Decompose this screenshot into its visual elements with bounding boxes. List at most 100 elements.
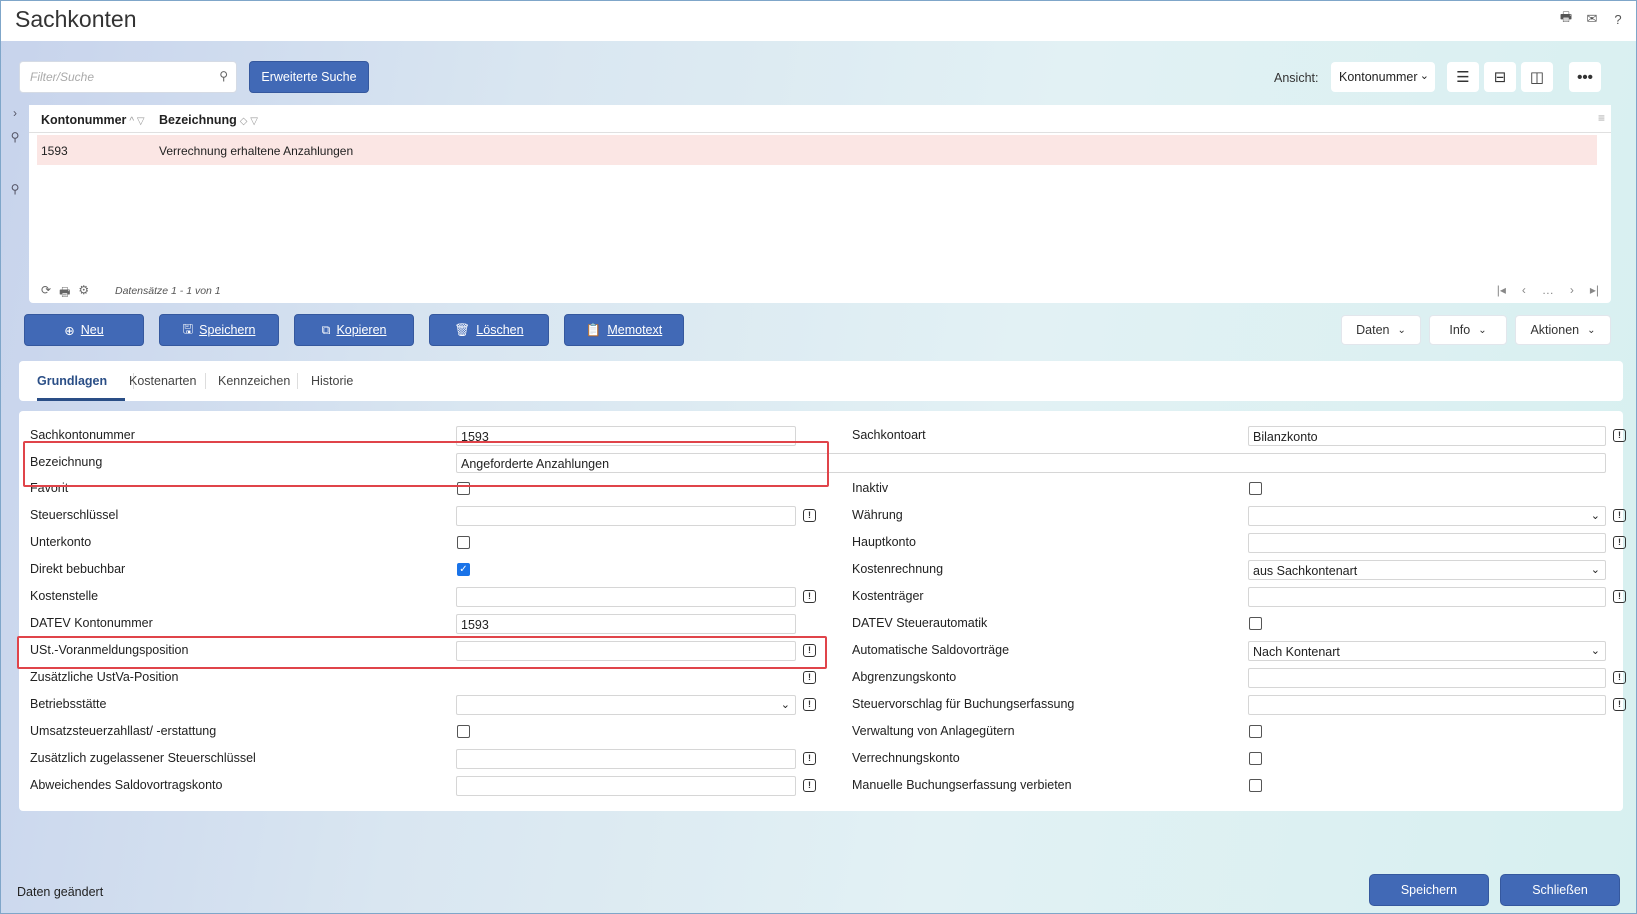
tab-grundlagen[interactable]: Grundlagen bbox=[37, 374, 107, 388]
split-vertical-icon[interactable]: ◫ bbox=[1521, 62, 1553, 92]
copy-label: Kopieren bbox=[336, 323, 387, 337]
info-icon[interactable]: ! bbox=[1613, 536, 1626, 549]
refresh-icon[interactable]: ⟳ bbox=[41, 283, 51, 304]
save-record-button[interactable]: 🖫 Speichern bbox=[159, 314, 279, 346]
more-pages-icon[interactable]: … bbox=[1542, 283, 1554, 297]
info-icon[interactable]: ! bbox=[803, 779, 816, 792]
column-header-kontonummer[interactable]: Kontonummer ^ ▽ bbox=[41, 113, 145, 127]
tab-kennzeichen[interactable]: Kennzeichen bbox=[218, 374, 290, 388]
abweichendes-saldovortragskonto-input[interactable] bbox=[456, 776, 796, 796]
plus-circle-icon: ⊕ bbox=[64, 323, 75, 338]
info-icon[interactable]: ! bbox=[803, 698, 816, 711]
new-button[interactable]: ⊕ Neu bbox=[24, 314, 144, 346]
kostenrechnung-select[interactable]: aus Sachkontenart ⌄ bbox=[1248, 560, 1606, 580]
steuerschluessel-input[interactable] bbox=[456, 506, 796, 526]
info-icon[interactable]: ! bbox=[803, 590, 816, 603]
print-icon[interactable]: 🖶 bbox=[59, 283, 70, 304]
label-kostenrechnung: Kostenrechnung bbox=[852, 562, 944, 576]
column-label: Kontonummer bbox=[41, 113, 127, 127]
chevron-down-icon: ⌄ bbox=[1478, 324, 1487, 336]
info-icon[interactable]: ! bbox=[1613, 509, 1626, 522]
kostenstelle-input[interactable] bbox=[456, 587, 796, 607]
info-icon[interactable]: ! bbox=[1613, 429, 1626, 442]
search-input[interactable]: Filter/Suche ⚲ bbox=[19, 61, 237, 93]
daten-dropdown[interactable]: Daten ⌄ bbox=[1341, 315, 1421, 345]
help-icon[interactable]: ? bbox=[1610, 11, 1626, 27]
save-button[interactable]: Speichern bbox=[1369, 874, 1489, 906]
aktionen-dropdown[interactable]: Aktionen ⌄ bbox=[1515, 315, 1611, 345]
tab-kostenarten[interactable]: Kostenarten bbox=[129, 374, 196, 388]
table-row[interactable]: 1593 Verrechnung erhaltene Anzahlungen bbox=[37, 135, 1597, 165]
info-icon[interactable]: ! bbox=[803, 752, 816, 765]
left-rail: › ⚲ ⚲ bbox=[7, 101, 23, 201]
first-page-icon[interactable]: |◂ bbox=[1497, 283, 1506, 297]
manuelle-buchungserfassung-checkbox[interactable] bbox=[1249, 779, 1262, 792]
close-button[interactable]: Schließen bbox=[1500, 874, 1620, 906]
label-verrechnungskonto: Verrechnungskonto bbox=[852, 751, 960, 765]
filter-settings-icon[interactable]: ⚲ bbox=[7, 177, 23, 201]
new-label: Neu bbox=[80, 323, 104, 337]
info-icon[interactable]: ! bbox=[1613, 671, 1626, 684]
hauptkonto-input[interactable] bbox=[1248, 533, 1606, 553]
label-sachkontoart: Sachkontoart bbox=[852, 428, 926, 442]
memotext-button[interactable]: 📋 Memotext bbox=[564, 314, 684, 346]
inaktiv-checkbox[interactable] bbox=[1249, 482, 1262, 495]
info-icon[interactable]: ! bbox=[1613, 590, 1626, 603]
sachkontoart-input[interactable]: Bilanzkonto bbox=[1248, 426, 1606, 446]
copy-icon: ⧉ bbox=[321, 322, 331, 337]
abgrenzungskonto-input[interactable] bbox=[1248, 668, 1606, 688]
mail-icon[interactable]: ✉ bbox=[1584, 11, 1600, 27]
print-icon[interactable]: 🖶 bbox=[1558, 9, 1574, 27]
direkt-bebuchbar-checkbox[interactable]: ✓ bbox=[457, 563, 470, 576]
unterkonto-checkbox[interactable] bbox=[457, 536, 470, 549]
column-label: Bezeichnung bbox=[159, 113, 237, 127]
label-kostentraeger: Kostenträger bbox=[852, 589, 924, 603]
steuervorschlag-input[interactable] bbox=[1248, 695, 1606, 715]
advanced-search-button[interactable]: Erweiterte Suche bbox=[249, 61, 369, 93]
label-inaktiv: Inaktiv bbox=[852, 481, 889, 495]
split-horizontal-icon[interactable]: ⊟ bbox=[1484, 62, 1516, 92]
last-page-icon[interactable]: ▸| bbox=[1590, 283, 1599, 297]
verrechnungskonto-checkbox[interactable] bbox=[1249, 752, 1262, 765]
gear-icon[interactable]: ⚙ bbox=[78, 283, 89, 304]
label-hauptkonto: Hauptkonto bbox=[852, 535, 916, 549]
betriebsstaette-select[interactable]: ⌄ bbox=[456, 695, 796, 715]
search-icon[interactable]: ⚲ bbox=[219, 69, 228, 83]
chevron-down-icon: ⌄ bbox=[780, 699, 790, 711]
tab-bar: Grundlagen Kostenarten Kennzeichen Histo… bbox=[19, 361, 1623, 401]
save-icon: 🖫 bbox=[182, 321, 194, 336]
cell-bezeichnung: Verrechnung erhaltene Anzahlungen bbox=[159, 144, 354, 158]
next-page-icon[interactable]: › bbox=[1570, 283, 1574, 297]
prev-page-icon[interactable]: ‹ bbox=[1522, 283, 1526, 297]
info-icon[interactable]: ! bbox=[803, 509, 816, 522]
datev-steuerautomatik-checkbox[interactable] bbox=[1249, 617, 1262, 630]
filter-settings-icon[interactable]: ⚲ bbox=[7, 125, 23, 149]
ansicht-select[interactable]: Kontonummer ⌄ bbox=[1331, 62, 1435, 92]
waehrung-select[interactable]: ⌄ bbox=[1248, 506, 1606, 526]
sort-icon[interactable]: ^ ▽ bbox=[129, 116, 144, 127]
delete-button[interactable]: 🗑 Löschen bbox=[429, 314, 549, 346]
verwaltung-anlagegueter-checkbox[interactable] bbox=[1249, 725, 1262, 738]
umsatzsteuerzahllast-checkbox[interactable] bbox=[457, 725, 470, 738]
daten-label: Daten bbox=[1356, 323, 1390, 337]
trash-icon: 🗑 bbox=[454, 322, 471, 337]
label-abweichendes-saldovortragskonto: Abweichendes Saldovortragskonto bbox=[30, 778, 223, 792]
info-dropdown[interactable]: Info ⌄ bbox=[1429, 315, 1507, 345]
column-header-bezeichnung[interactable]: Bezeichnung ◇ ▽ bbox=[159, 113, 258, 127]
automatische-saldovortraege-select[interactable]: Nach Kontenart ⌄ bbox=[1248, 641, 1606, 661]
expand-icon[interactable]: › bbox=[7, 101, 23, 125]
column-menu-icon[interactable]: ≡ bbox=[1598, 111, 1605, 125]
kostentraeger-input[interactable] bbox=[1248, 587, 1606, 607]
sort-icon[interactable]: ◇ ▽ bbox=[240, 116, 258, 127]
more-icon[interactable]: ••• bbox=[1569, 62, 1601, 92]
tab-historie[interactable]: Historie bbox=[311, 374, 353, 388]
zusaetzlich-steuerschluessel-input[interactable] bbox=[456, 749, 796, 769]
datev-kontonummer-input[interactable]: 1593 bbox=[456, 614, 796, 634]
annotation-box-ust-voranmeldung bbox=[17, 636, 827, 669]
list-view-icon[interactable]: ☰ bbox=[1447, 62, 1479, 92]
info-icon[interactable]: ! bbox=[803, 671, 816, 684]
info-icon[interactable]: ! bbox=[1613, 698, 1626, 711]
status-text: Daten geändert bbox=[17, 885, 104, 899]
search-placeholder: Filter/Suche bbox=[30, 70, 95, 84]
copy-button[interactable]: ⧉ Kopieren bbox=[294, 314, 414, 346]
